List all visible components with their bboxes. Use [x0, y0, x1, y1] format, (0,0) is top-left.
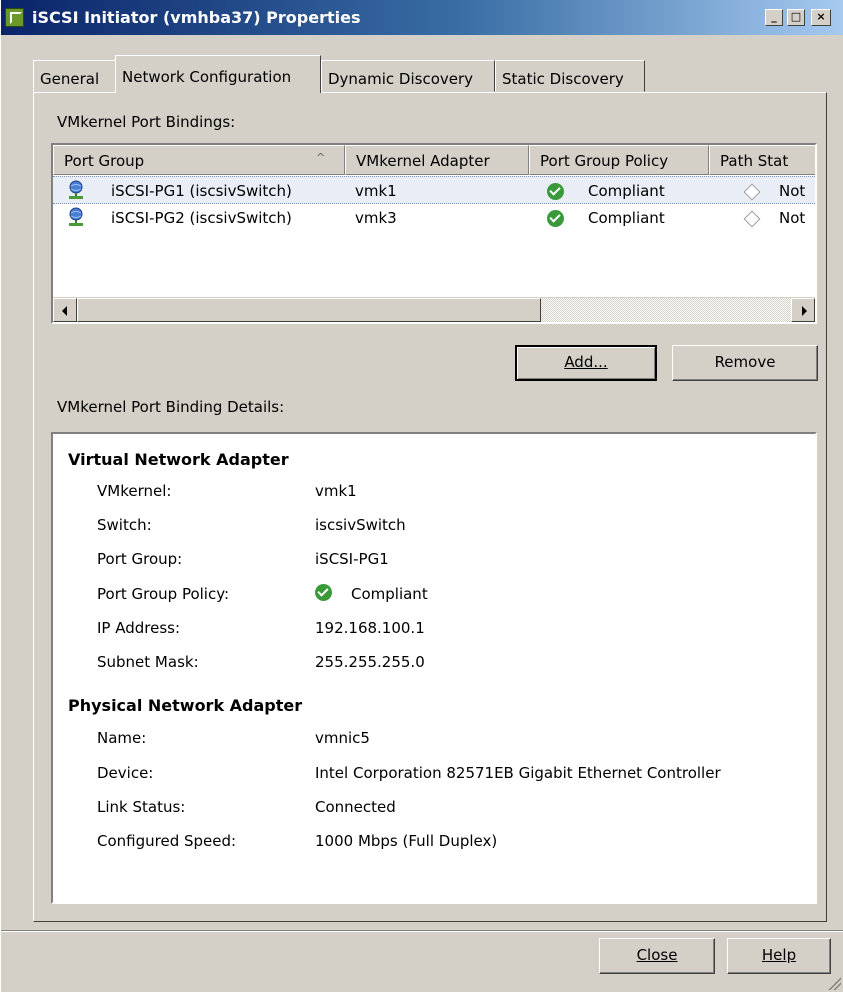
window-title: iSCSI Initiator (vmhba37) Properties [32, 8, 361, 27]
path-status-diamond-icon [743, 210, 761, 228]
field-value: vmnic5 [315, 729, 370, 747]
help-button[interactable]: Help [727, 938, 831, 974]
scroll-right-button[interactable] [791, 298, 815, 322]
sort-ascending-icon: ^ [316, 151, 326, 164]
policy-cell: Compliant [588, 209, 665, 227]
table-header: Port Group ^ VMkernel Adapter Port Group… [53, 145, 815, 175]
vmkernel-adapter-cell: vmk1 [355, 182, 397, 200]
field-value: Intel Corporation 82571EB Gigabit Ethern… [315, 764, 721, 782]
policy-cell: Compliant [588, 182, 665, 200]
field-label: Name: [97, 729, 147, 747]
column-header-port-group-policy[interactable]: Port Group Policy [529, 145, 709, 175]
add-button[interactable]: Add... [515, 345, 657, 381]
field-value: 192.168.100.1 [315, 619, 425, 637]
path-status-diamond-icon [743, 183, 761, 201]
title-bar[interactable]: iSCSI Initiator (vmhba37) Properties _ □… [1, 0, 843, 35]
network-port-icon [69, 180, 83, 199]
minimize-button[interactable]: _ [765, 9, 783, 26]
scroll-left-button[interactable] [53, 298, 77, 322]
field-value: Connected [315, 798, 396, 816]
physical-adapter-heading: Physical Network Adapter [68, 696, 303, 715]
arrow-right-icon [802, 306, 807, 316]
binding-details-label: VMkernel Port Binding Details: [57, 398, 285, 416]
field-label: Port Group: [97, 550, 183, 568]
field-value: vmk1 [315, 482, 357, 500]
properties-dialog: iSCSI Initiator (vmhba37) Properties _ □… [0, 0, 843, 992]
add-button-label: Add... [564, 353, 608, 371]
tab-general[interactable]: General [33, 60, 116, 92]
remove-button[interactable]: Remove [672, 345, 818, 381]
vsphere-app-icon [5, 8, 24, 27]
arrow-left-icon [62, 306, 67, 316]
horizontal-scrollbar[interactable] [53, 297, 815, 322]
column-header-port-group[interactable]: Port Group ^ [53, 145, 345, 175]
maximize-button[interactable]: □ [787, 9, 805, 26]
field-label: IP Address: [97, 619, 181, 637]
table-row[interactable]: iSCSI-PG2 (iscsivSwitch) vmk3 Compliant … [53, 204, 815, 232]
vmkernel-adapter-cell: vmk3 [355, 209, 397, 227]
field-label: Switch: [97, 516, 152, 534]
path-status-cell: Not [779, 209, 806, 227]
compliant-check-icon [547, 183, 564, 200]
field-label: Configured Speed: [97, 832, 237, 850]
close-button[interactable]: Close [599, 938, 715, 974]
close-button-label: Close [636, 946, 678, 964]
field-value: Compliant [351, 585, 428, 603]
column-header-path-status[interactable]: Path Stat [709, 145, 815, 175]
tab-network-configuration[interactable]: Network Configuration [115, 55, 321, 93]
field-label: Subnet Mask: [97, 653, 199, 671]
field-label: Link Status: [97, 798, 186, 816]
field-label: Device: [97, 764, 154, 782]
field-value: 255.255.255.0 [315, 653, 425, 671]
compliant-check-icon [315, 584, 332, 601]
help-button-label: Help [761, 946, 797, 964]
column-header-label: Port Group [64, 152, 145, 170]
column-header-vmkernel-adapter[interactable]: VMkernel Adapter [345, 145, 529, 175]
field-value: 1000 Mbps (Full Duplex) [315, 832, 498, 850]
field-value: iSCSI-PG1 [315, 550, 389, 568]
compliant-check-icon [547, 210, 564, 227]
network-port-icon [69, 207, 83, 226]
tab-static-discovery[interactable]: Static Discovery [495, 60, 645, 92]
tab-dynamic-discovery[interactable]: Dynamic Discovery [321, 60, 495, 92]
port-group-cell: iSCSI-PG2 (iscsivSwitch) [111, 209, 292, 227]
footer-separator [1, 930, 843, 932]
port-bindings-label: VMkernel Port Bindings: [57, 113, 236, 131]
close-window-button[interactable]: × [811, 9, 831, 26]
resize-grip[interactable] [827, 976, 841, 990]
field-label: VMkernel: [97, 482, 172, 500]
binding-details-panel: Virtual Network Adapter VMkernel: vmk1 S… [51, 432, 817, 904]
scrollbar-thumb[interactable] [77, 298, 541, 322]
field-label: Port Group Policy: [97, 585, 230, 603]
field-value: iscsivSwitch [315, 516, 406, 534]
table-row[interactable]: iSCSI-PG1 (iscsivSwitch) vmk1 Compliant … [53, 176, 815, 204]
virtual-adapter-heading: Virtual Network Adapter [68, 450, 289, 469]
port-bindings-table[interactable]: Port Group ^ VMkernel Adapter Port Group… [51, 143, 817, 324]
path-status-cell: Not [779, 182, 806, 200]
port-group-cell: iSCSI-PG1 (iscsivSwitch) [111, 182, 292, 200]
